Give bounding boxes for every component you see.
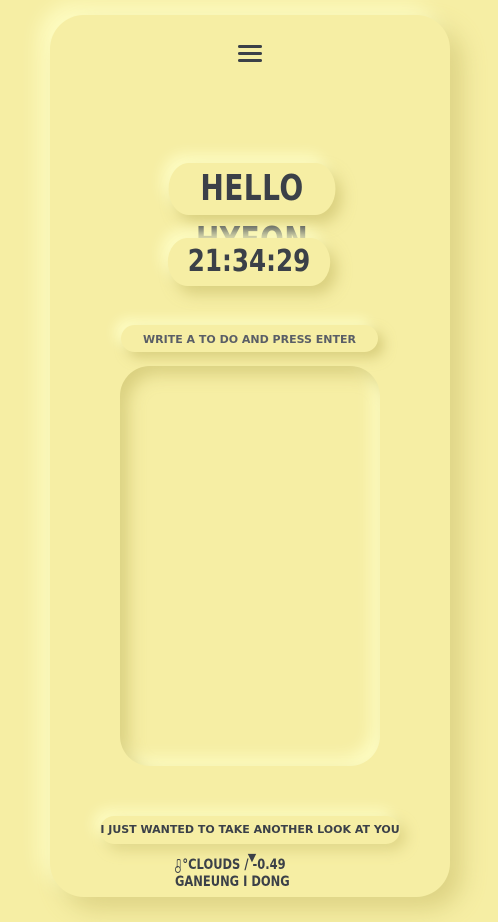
thermometer-icon [175,859,182,873]
todo-input[interactable] [121,325,378,352]
weather-summary: °CLOUDS / -0.49 [182,857,286,873]
weather-location: GANEUNG I DONG [175,874,290,890]
menu-bar [238,52,262,55]
clock-display: 21:34:29 [167,238,331,286]
todo-list[interactable] [120,366,380,766]
menu-bar [238,45,262,48]
greeting-title: HELLO HYEON [168,163,336,261]
weather-widget: °CLOUDS / -0.49 GANEUNG I DONG [175,857,298,891]
quote-toggle-button[interactable]: I JUST WANTED TO TAKE ANOTHER LOOK AT YO… [100,816,400,864]
quote-text: I JUST WANTED TO TAKE ANOTHER LOOK AT YO… [100,823,400,836]
menu-bar [238,59,262,62]
hamburger-menu-icon[interactable] [238,43,262,65]
app-card: HELLO HYEON 21:34:29 I JUST WANTED TO TA… [50,15,450,897]
